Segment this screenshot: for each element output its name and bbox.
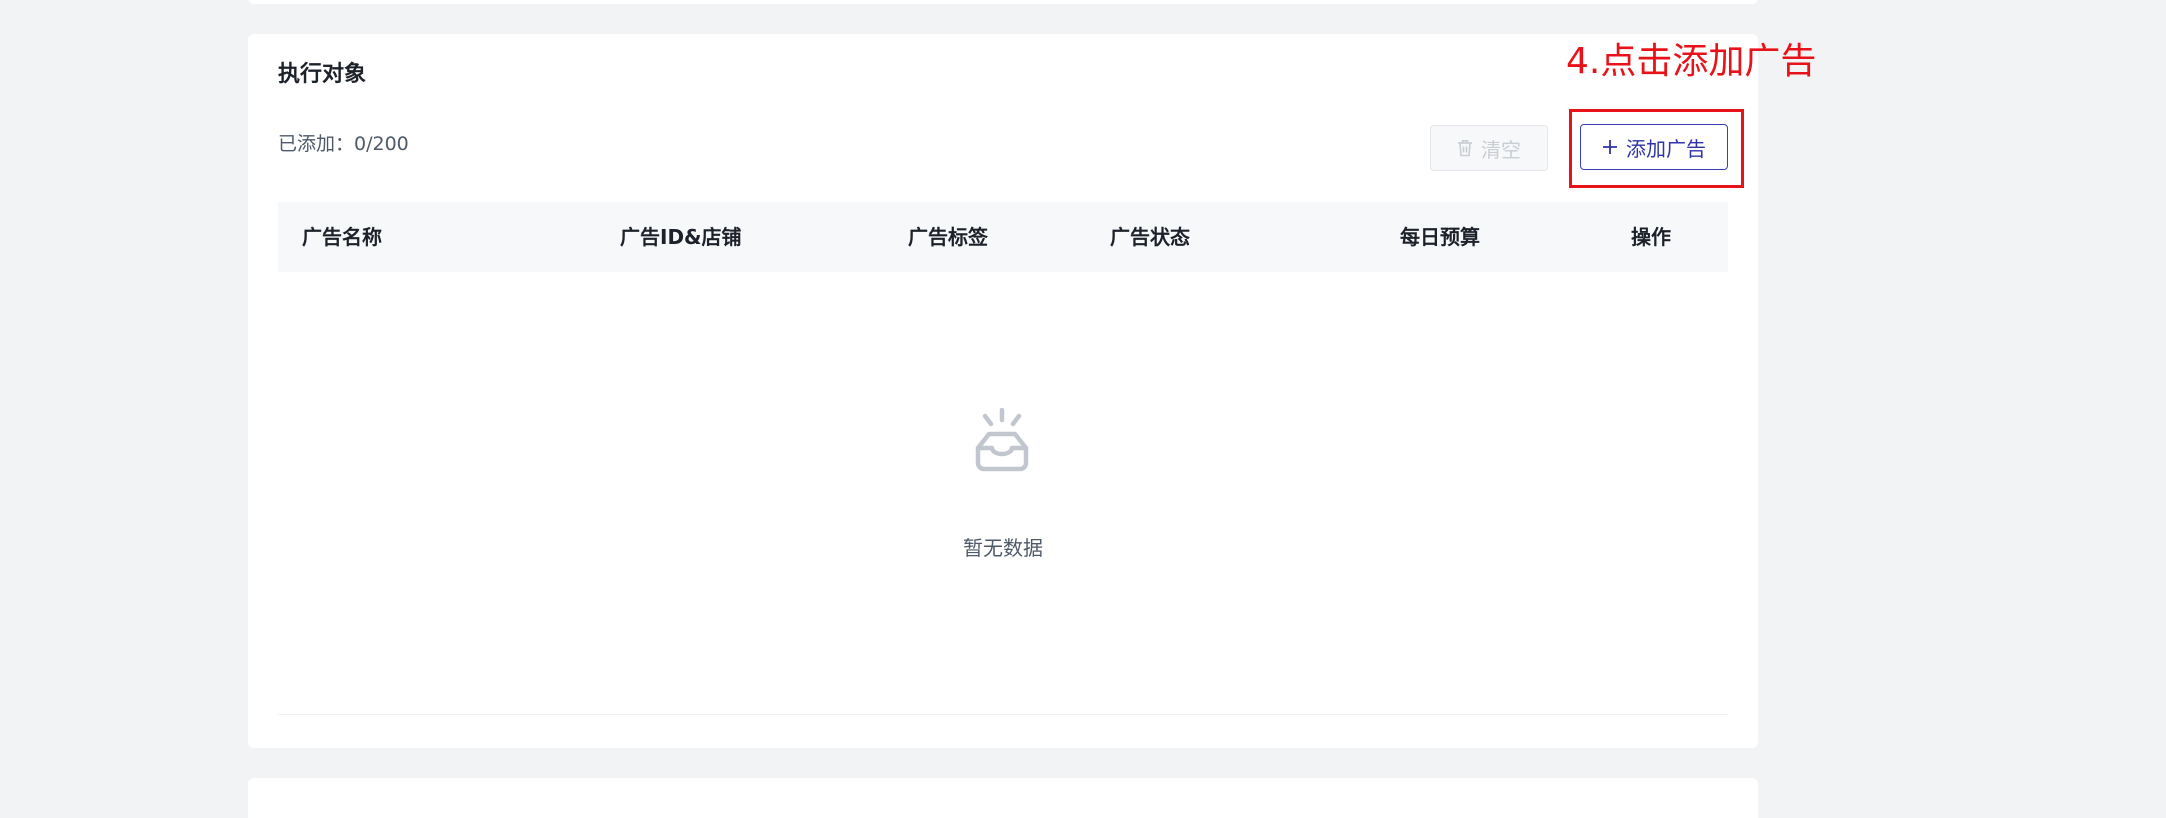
empty-inbox-icon [970,407,1034,476]
column-header-ad-id-store: 广告ID&店铺 [620,225,742,249]
table-body: 暂无数据 [278,272,1728,715]
column-header-ad-tags: 广告标签 [908,225,988,249]
clear-button-label: 清空 [1481,137,1521,162]
add-ad-button-label: 添加广告 [1626,136,1706,161]
empty-state-text: 暂无数据 [963,536,1043,560]
trash-icon [1457,139,1473,157]
target-objects-card: 执行对象 已添加：0/200 清空 添加广告 广告名称 广告ID&店铺 广告标签… [248,34,1758,748]
next-card [248,778,1758,818]
column-header-daily-budget: 每日预算 [1400,225,1480,249]
column-header-ad-status: 广告状态 [1110,225,1190,249]
plus-icon [1602,139,1618,155]
table-header: 广告名称 广告ID&店铺 广告标签 广告状态 每日预算 操作 [278,202,1728,272]
add-ad-button[interactable]: 添加广告 [1580,124,1728,170]
clear-button[interactable]: 清空 [1430,125,1548,171]
previous-card [248,0,1758,4]
column-header-actions: 操作 [1631,225,1671,249]
added-count-text: 已添加：0/200 [278,133,409,155]
section-title: 执行对象 [278,62,367,87]
annotation-text: 4.点击添加广告 [1566,41,1817,82]
column-header-ad-name: 广告名称 [302,225,382,249]
